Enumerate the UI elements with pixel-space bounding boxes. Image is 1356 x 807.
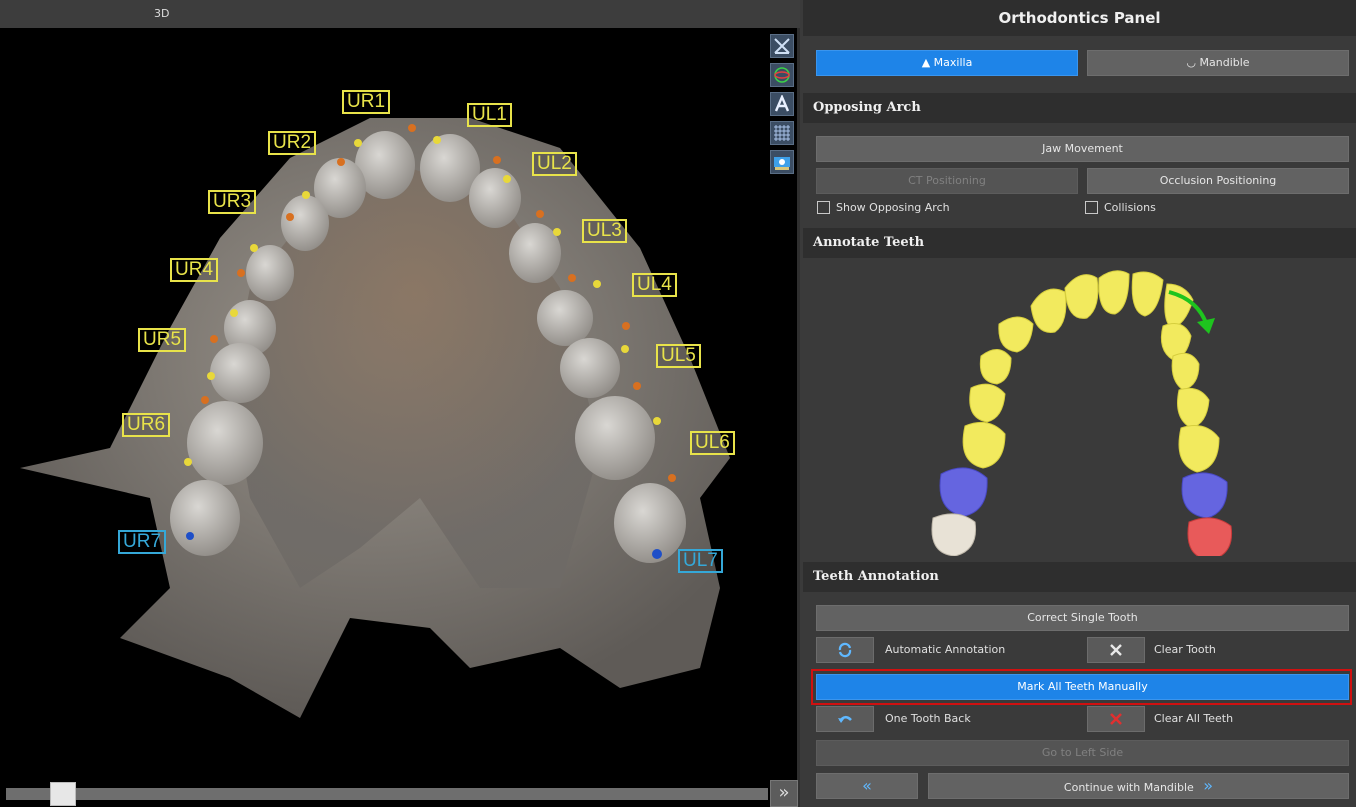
arch-teeth xyxy=(931,270,1233,556)
continue-with-mandible-button[interactable]: Continue with Mandible » xyxy=(928,773,1349,799)
label-ur4: UR4 xyxy=(170,258,219,282)
viewport-title: 3D xyxy=(154,7,170,20)
back-nav-button[interactable]: « xyxy=(816,773,918,799)
maxilla-label: Maxilla xyxy=(933,56,973,69)
teeth-arch-diagram[interactable] xyxy=(803,256,1356,556)
automatic-annotation-button[interactable] xyxy=(816,637,874,663)
show-opposing-arch-checkbox[interactable]: Show Opposing Arch xyxy=(817,201,950,214)
collisions-checkbox[interactable]: Collisions xyxy=(1085,201,1156,214)
one-tooth-back-button[interactable] xyxy=(816,706,874,732)
undo-arrow-icon xyxy=(838,715,852,723)
clear-tooth-button[interactable] xyxy=(1087,637,1145,663)
slider-thumb[interactable] xyxy=(50,782,77,806)
checkbox-box[interactable] xyxy=(817,201,830,214)
correct-single-tooth-button[interactable]: Correct Single Tooth xyxy=(816,605,1349,631)
continue-label: Continue with Mandible xyxy=(1063,781,1194,794)
expand-panel-button[interactable]: » xyxy=(770,780,798,807)
mandible-tab-button[interactable]: ◡ Mandible xyxy=(1087,50,1349,76)
clear-all-teeth-label: Clear All Teeth xyxy=(1154,712,1234,725)
collisions-label: Collisions xyxy=(1104,201,1156,214)
label-ur7: UR7 xyxy=(118,530,167,554)
slider-track[interactable] xyxy=(6,788,768,800)
label-ur6: UR6 xyxy=(122,413,171,437)
occlusion-positioning-button[interactable]: Occlusion Positioning xyxy=(1087,168,1349,194)
teeth-annotation-heading: Teeth Annotation xyxy=(803,562,1356,592)
label-ur1: UR1 xyxy=(342,90,391,114)
forward-chevron-icon: » xyxy=(1203,776,1214,795)
one-tooth-back-label: One Tooth Back xyxy=(885,712,971,725)
opposing-arch-heading: Opposing Arch xyxy=(803,93,1356,123)
label-ul2: UL2 xyxy=(532,152,577,176)
label-ur2: UR2 xyxy=(268,131,317,155)
label-ur3: UR3 xyxy=(208,190,257,214)
annotate-teeth-heading: Annotate Teeth xyxy=(803,228,1356,258)
3d-viewport[interactable]: 3D UR1 UL1 UR2 UL2 UR3 UL3 UR4 UL4 UR5 U… xyxy=(0,0,800,807)
automatic-annotation-label: Automatic Annotation xyxy=(885,643,1006,656)
panel-title: Orthodontics Panel xyxy=(803,0,1356,36)
app-window: 3D UR1 UL1 UR2 UL2 UR3 UL3 UR4 UL4 UR5 U… xyxy=(0,0,1356,807)
label-ul1: UL1 xyxy=(467,103,512,127)
refresh-icon xyxy=(838,642,852,658)
label-ul3: UL3 xyxy=(582,219,627,243)
ct-positioning-button[interactable]: CT Positioning xyxy=(816,168,1078,194)
clear-tooth-label: Clear Tooth xyxy=(1154,643,1216,656)
viewport-toolbar xyxy=(770,34,798,174)
show-opposing-arch-label: Show Opposing Arch xyxy=(836,201,950,214)
mandible-icon: ◡ xyxy=(1186,56,1200,69)
rotate-sphere-icon[interactable] xyxy=(770,63,794,87)
close-icon xyxy=(1110,644,1122,656)
viewport-slider[interactable] xyxy=(0,780,768,807)
label-ur5: UR5 xyxy=(138,328,187,352)
dental-arch-3d-model[interactable] xyxy=(0,28,800,778)
go-to-left-side-button[interactable]: Go to Left Side xyxy=(816,740,1349,766)
screenshot-icon[interactable] xyxy=(770,150,794,174)
checkbox-box[interactable] xyxy=(1085,201,1098,214)
mandible-label: Mandible xyxy=(1199,56,1250,69)
clear-all-teeth-button[interactable] xyxy=(1087,706,1145,732)
viewport-titlebar: 3D xyxy=(0,0,800,28)
maxilla-icon: ▲ xyxy=(921,56,934,69)
maxilla-tab-button[interactable]: ▲ Maxilla xyxy=(816,50,1078,76)
red-close-icon xyxy=(1110,713,1122,725)
jaw-movement-button[interactable]: Jaw Movement xyxy=(816,136,1349,162)
label-ul5: UL5 xyxy=(656,344,701,368)
grid-icon[interactable] xyxy=(770,121,794,145)
label-ul4: UL4 xyxy=(632,273,677,297)
measure-icon[interactable] xyxy=(770,34,794,58)
label-ul6: UL6 xyxy=(690,431,735,455)
text-annotation-icon[interactable] xyxy=(770,92,794,116)
highlight-box xyxy=(811,669,1352,705)
label-ul7: UL7 xyxy=(678,549,723,573)
